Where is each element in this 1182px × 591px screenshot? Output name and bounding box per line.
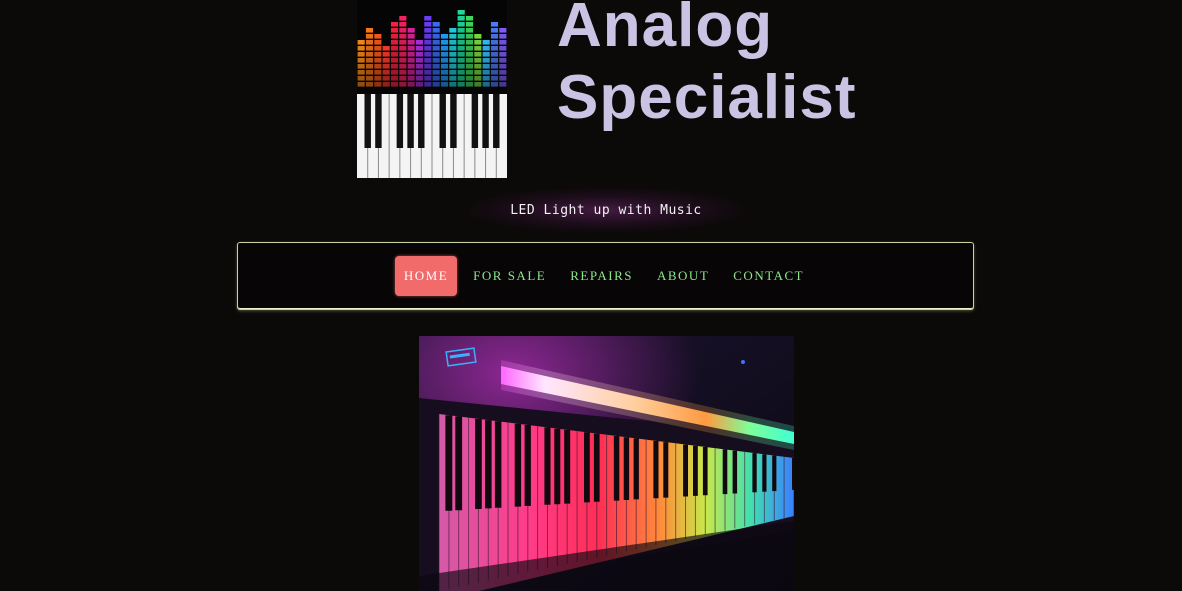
main-nav: HOME FOR SALE REPAIRS ABOUT CONTACT xyxy=(237,242,974,310)
nav-item-for-sale[interactable]: FOR SALE xyxy=(461,256,558,296)
hero-image xyxy=(419,336,794,591)
site-title-line2: Specialist xyxy=(557,63,857,132)
led-keyboard-photo-icon xyxy=(419,336,794,591)
nav-item-contact[interactable]: CONTACT xyxy=(721,256,816,296)
piano-equalizer-logo-icon xyxy=(357,10,507,178)
nav-item-home[interactable]: HOME xyxy=(394,256,458,296)
tagline-banner: LED Light up with Music xyxy=(470,188,742,232)
page: Analog Specialist LED Light up with Musi… xyxy=(0,0,1182,591)
tagline: LED Light up with Music xyxy=(510,202,702,218)
nav-item-about[interactable]: ABOUT xyxy=(645,256,721,296)
site-logo[interactable] xyxy=(357,0,507,178)
site-title: Analog Specialist xyxy=(557,0,856,134)
nav-item-repairs[interactable]: REPAIRS xyxy=(558,256,645,296)
site-title-line1: Analog xyxy=(557,0,774,60)
